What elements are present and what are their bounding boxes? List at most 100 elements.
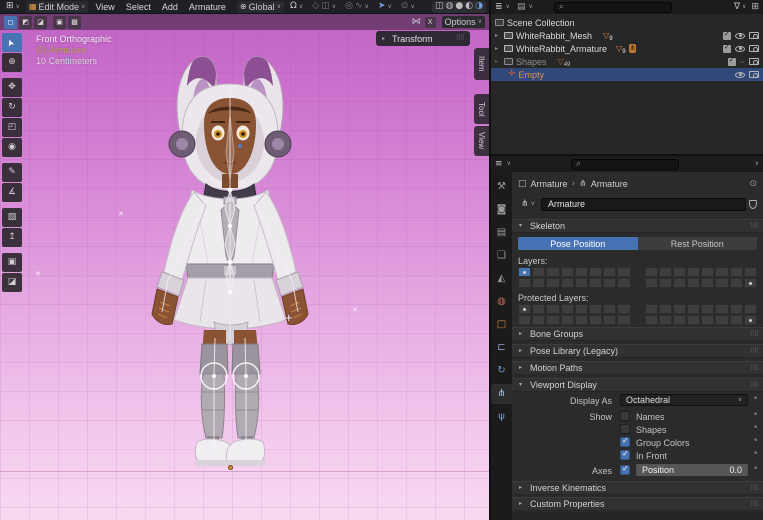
outliner-row-scene-collection[interactable]: Scene Collection <box>491 16 763 29</box>
outliner-editor-icon[interactable]: ≣ <box>495 3 503 12</box>
tool-cursor[interactable]: ⊕ <box>2 53 22 72</box>
shading-wireframe-button[interactable]: ◍ <box>446 2 454 11</box>
xray-icon[interactable]: ◫ <box>435 2 444 11</box>
menu-add[interactable]: Add <box>158 2 182 12</box>
panel-divider[interactable] <box>489 0 491 520</box>
shading-material-button[interactable]: ◐ <box>465 2 473 11</box>
tool-transform[interactable]: ◉ <box>2 138 22 157</box>
datablock-selector[interactable]: ⋔ ∨ <box>518 198 538 211</box>
xray-toggle-button[interactable]: ▣ <box>53 16 66 29</box>
animate-dot[interactable]: • <box>753 411 758 420</box>
section-pose-library[interactable]: ▸ Pose Library (Legacy) ⠿⠿ <box>512 344 763 358</box>
checkbox-icon[interactable] <box>728 58 736 66</box>
tool-add-cube[interactable]: ▧ <box>2 208 22 227</box>
select-mode-edge-button[interactable]: ◩ <box>19 16 32 29</box>
menu-view[interactable]: View <box>91 2 118 12</box>
animate-dot[interactable]: • <box>753 395 758 404</box>
tab-constraints[interactable]: ⊏ <box>491 338 512 358</box>
eye-closed-icon[interactable]: ⌣ <box>740 58 745 66</box>
animate-dot[interactable]: • <box>753 450 758 459</box>
editor-type-button[interactable]: ⊞ ∨ <box>3 1 23 13</box>
shield-icon[interactable] <box>749 200 757 209</box>
pin-icon[interactable]: ⊙ <box>749 180 757 189</box>
section-viewport-display[interactable]: ▾ Viewport Display ⠿⠿ <box>512 378 763 392</box>
drag-handle-icon[interactable]: ⠿⠿ <box>750 501 758 508</box>
tab-object-data[interactable]: ⋔ <box>491 384 512 404</box>
overlays-dropdown[interactable]: ⊙ ∨ <box>398 1 418 13</box>
checkbox-icon[interactable] <box>723 45 731 53</box>
section-skeleton[interactable]: ▾ Skeleton ⠿⠿ <box>512 219 763 233</box>
tab-physics[interactable]: ↻ <box>491 361 512 381</box>
section-bone-groups[interactable]: ▸ Bone Groups ⠿⠿ <box>512 327 763 341</box>
names-checkbox[interactable] <box>620 411 630 421</box>
tab-view-layer[interactable]: ❏ <box>491 246 512 266</box>
outliner-row-shapes[interactable]: ▸ Shapes ▽49 ⌣ <box>491 55 763 68</box>
shading-rendered-button[interactable]: ◑ <box>475 2 483 11</box>
camera-icon[interactable] <box>749 71 759 78</box>
tab-world[interactable]: ◍ <box>491 292 512 312</box>
section-motion-paths[interactable]: ▸ Motion Paths ⠿⠿ <box>512 361 763 375</box>
eye-icon[interactable] <box>735 33 745 39</box>
snap-target-dropdown[interactable]: ◇ ◫ ∨ <box>309 1 339 13</box>
camera-icon[interactable] <box>749 45 759 52</box>
snap-toggle[interactable]: Ω ∨ <box>287 1 306 13</box>
sidebar-tab-tool[interactable]: Tool <box>474 94 489 124</box>
outliner-search-input[interactable]: ⌕ <box>554 2 672 13</box>
expand-arrow-icon[interactable]: ▸ <box>495 59 501 65</box>
menu-select[interactable]: Select <box>122 2 155 12</box>
tool-select-box[interactable]: ➤ <box>2 33 22 52</box>
shapes-checkbox[interactable] <box>620 424 630 434</box>
group-colors-checkbox[interactable] <box>620 437 630 447</box>
breadcrumb-data[interactable]: Armature <box>591 179 628 189</box>
orientation-dropdown[interactable]: ⊕ Global ∨ <box>237 1 284 13</box>
eye-icon[interactable] <box>735 72 745 78</box>
datablock-name-field[interactable]: Armature <box>541 198 746 211</box>
outliner-row-empty[interactable]: ✛ Empty <box>491 68 763 81</box>
breadcrumb-object[interactable]: Armature <box>531 179 568 189</box>
overlay-toggle-button[interactable]: ▩ <box>68 16 81 29</box>
tab-bone[interactable]: ψ <box>491 407 512 427</box>
tool-move[interactable]: ✥ <box>2 78 22 97</box>
section-inverse-kinematics[interactable]: ▸ Inverse Kinematics ⠿⠿ <box>512 481 763 495</box>
tool-rotate[interactable]: ↻ <box>2 98 22 117</box>
tool-extrude-region[interactable]: ↥ <box>2 228 22 247</box>
tab-scene[interactable]: ◭ <box>491 269 512 289</box>
tab-tool[interactable]: ⚒ <box>491 177 512 197</box>
section-custom-properties[interactable]: ▸ Custom Properties ⠿⠿ <box>512 497 763 511</box>
layers-grid[interactable] <box>518 267 757 288</box>
new-collection-icon[interactable]: ⊞ <box>751 3 759 12</box>
mode-dropdown[interactable]: ▦ Edit Mode ∨ <box>26 1 89 13</box>
outliner-row-whiterabbit-mesh[interactable]: ▸ WhiteRabbit_Mesh ▽9 <box>491 29 763 42</box>
select-mode-face-button[interactable]: ◪ <box>34 16 47 29</box>
animate-dot[interactable]: • <box>753 424 758 433</box>
drag-handle-icon[interactable]: ⠿⠿ <box>750 485 758 492</box>
tool-measure[interactable]: ∡ <box>2 183 22 202</box>
outliner-row-whiterabbit-armature[interactable]: ▸ WhiteRabbit_Armature ▽9 ⋔ <box>491 42 763 55</box>
expand-arrow-icon[interactable]: ▸ <box>495 33 501 39</box>
axes-position-slider[interactable]: Position 0.0 <box>636 464 748 476</box>
tab-output[interactable]: ▤ <box>491 223 512 243</box>
sidebar-tab-view[interactable]: View <box>474 126 489 156</box>
properties-editor-icon[interactable]: ≡ <box>495 160 503 169</box>
panel-divider[interactable] <box>491 154 763 156</box>
animate-dot[interactable]: • <box>753 465 758 474</box>
chevron-down-icon[interactable]: ∨ <box>755 161 759 167</box>
drag-handle-icon[interactable]: ⠿⠿ <box>750 223 758 230</box>
menu-armature[interactable]: Armature <box>185 2 230 12</box>
tool-annotate[interactable]: ✎ <box>2 163 22 182</box>
filter-icon[interactable]: ∇ <box>734 3 740 12</box>
drag-handle-icon[interactable]: ⠿⠿ <box>750 331 758 338</box>
transform-panel-header[interactable]: ▸ Transform ⠿⠿ <box>376 31 470 46</box>
drag-handle-icon[interactable]: ⠿⠿ <box>750 365 758 372</box>
tool-bevel[interactable]: ◪ <box>2 273 22 292</box>
mirror-x-toggle[interactable]: X <box>425 17 436 28</box>
eye-icon[interactable] <box>735 46 745 52</box>
options-dropdown[interactable]: Options∨ <box>442 16 485 28</box>
axes-checkbox[interactable] <box>620 465 630 475</box>
camera-icon[interactable] <box>749 32 759 39</box>
drag-handle-icon[interactable]: ⠿⠿ <box>750 382 758 389</box>
camera-icon[interactable] <box>749 58 759 65</box>
properties-search-input[interactable]: ⌕ <box>571 159 679 170</box>
sidebar-tab-item[interactable]: Item <box>474 48 489 80</box>
animate-dot[interactable]: • <box>753 437 758 446</box>
